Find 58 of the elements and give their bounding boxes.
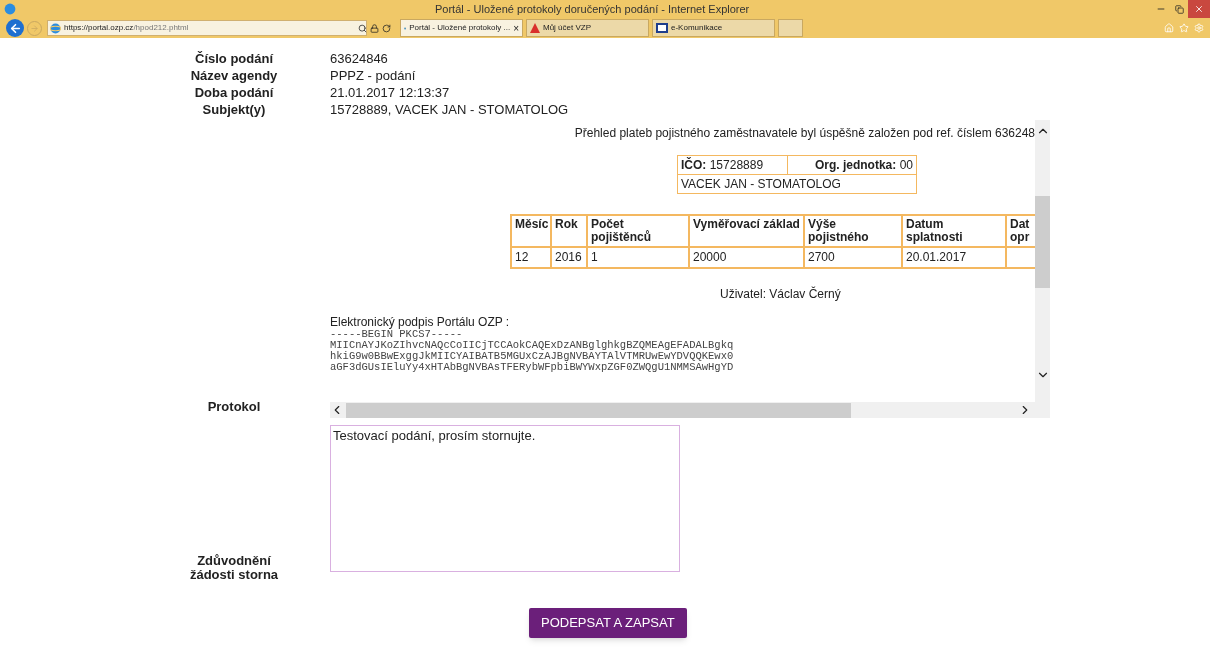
warning-icon [530,23,540,33]
column-header: Rok [551,215,587,247]
detail-value: 15728889, VACEK JAN - STOMATOLOG [330,100,569,119]
scrollbar-thumb[interactable] [1035,196,1050,288]
browser-tab[interactable]: e-Komunikace [652,19,775,37]
signature-line: -----BEGIN PKCS7----- [330,329,464,340]
reason-field[interactable]: Testovací podání, prosím stornujte. [330,425,680,572]
column-header: Datum splatnosti [902,215,1006,247]
search-icon[interactable] [358,23,367,33]
address-field[interactable]: https://portal.ozp.cz/hpod212.phtml [47,20,367,36]
table-cell: 20.01.2017 [902,247,1006,268]
column-header: Počet pojištěnců [587,215,689,247]
refresh-icon[interactable] [382,23,391,33]
back-button[interactable] [6,19,24,37]
submit-button[interactable]: PODEPSAT A ZAPSAT [529,608,687,638]
signature-label: Elektronický podpis Portálu OZP : [330,315,511,329]
signature-line: MIICnAYJKoZIhvcNAQcCoIICjTCCAokCAQExDzANBglghkgBZQMEAgEFADALBgkq [330,340,735,351]
browser-logo-icon [4,3,16,15]
detail-label: Název agendy [189,66,279,85]
column-header: Výše pojistného [804,215,902,247]
table-cell: 1 [587,247,689,268]
home-icon[interactable] [1164,23,1174,33]
restore-icon [1174,4,1184,14]
detail-value: 21.01.2017 12:13:37 [330,83,450,102]
browser-tab[interactable]: Portál - Uložené protokoly ... × [400,19,523,37]
detail-value: PPPZ - podání [330,66,416,85]
detail-label: Subjekt(y) [201,100,267,119]
user-name: Uživatel: Václav Černý [720,287,842,301]
window-title: Portál - Uložené protokoly doručených podání - Internet Explorer [435,1,750,17]
star-icon[interactable] [1179,23,1189,33]
forward-arrow-icon [30,23,39,33]
close-button[interactable] [1188,0,1210,18]
confirmation-message: Přehled plateb pojistného zaměstnavatele byl úspěšně založen pod ref. číslem 636248 [574,126,1035,140]
table-cell: 12 [511,247,551,268]
settings-icon[interactable] [1194,23,1204,33]
scrollbar-thumb[interactable] [346,402,851,418]
table-cell: 20000 [689,247,804,268]
close-icon [1194,4,1204,14]
protocol-label: Protokol [207,397,261,416]
employer-name-cell: VACEK JAN - STOMATOLOG [677,174,917,194]
detail-label: Číslo podání [194,49,275,68]
column-header: Měsíc [511,215,551,247]
tab-close-button[interactable]: × [513,20,519,36]
detail-value: 63624846 [330,49,388,68]
signature-line: aGF3dGUsIEluYy4xHTAbBgNVBAsTFERybWFpbiBWYWxpZGF0ZWQgU1NMMSAwHgYD [330,362,735,373]
lock-icon [370,23,379,33]
ico-cell: IČO: 15728889 [677,155,788,175]
signature-line: hkiG9w0BBwExggJkMIICYAIBATB5MGUxCzAJBgNVBAYTAlVTMRUwEwYDVQQKEwx0 [330,351,735,362]
new-tab-button[interactable] [778,19,803,37]
reason-label: Zdůvodnění žádosti storna [188,554,280,582]
logo-icon [656,23,668,33]
table-cell: 2016 [551,247,587,268]
browser-tab[interactable]: Můj účet VZP [526,19,649,37]
detail-label: Doba podání [193,83,275,102]
unit-cell: Org. jednotka: 00 [787,155,917,175]
column-header: Vyměřovací základ [689,215,804,247]
back-arrow-icon [8,21,22,35]
table-cell: 2700 [804,247,902,268]
